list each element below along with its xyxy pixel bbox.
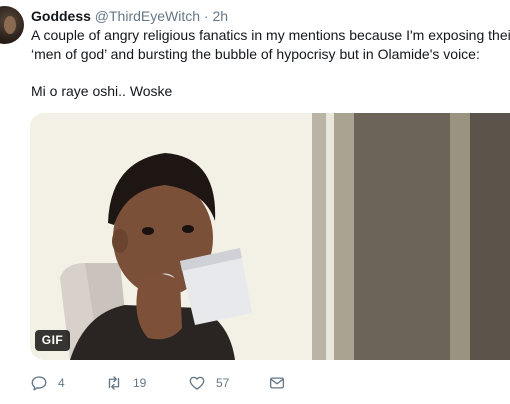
tweet-text-line-3: Mi o raye oshi.. Woske — [31, 83, 173, 99]
gif-frame-illustration — [30, 113, 510, 360]
reply-count: 4 — [58, 376, 65, 390]
header-separator: · — [203, 8, 209, 24]
tweet-text: A couple of angry religious fanatics in … — [31, 26, 510, 101]
author-name[interactable]: Goddess — [31, 8, 91, 24]
retweet-button[interactable]: 19 — [105, 372, 146, 394]
gif-badge: GIF — [35, 330, 70, 351]
like-button[interactable]: 57 — [188, 372, 229, 394]
tweet-header: Goddess @ThirdEyeWitch · 2h — [31, 7, 228, 25]
reply-icon — [31, 376, 47, 391]
tweet-text-line-1: A couple of angry religious fanatics in … — [31, 27, 510, 43]
tweet-time[interactable]: 2h — [212, 8, 228, 24]
author-handle[interactable]: @ThirdEyeWitch — [95, 8, 200, 24]
avatar-face — [4, 16, 16, 34]
tweet-text-line-2: ‘men of god’ and bursting the bubble of … — [31, 45, 480, 62]
gif-media[interactable] — [30, 113, 510, 360]
tweet-actions: 4 19 57 — [30, 372, 500, 394]
avatar[interactable] — [0, 6, 24, 44]
heart-icon — [189, 376, 205, 390]
envelope-icon — [269, 377, 285, 389]
reply-button[interactable]: 4 — [30, 372, 65, 394]
retweet-count: 19 — [133, 376, 147, 390]
like-count: 57 — [216, 376, 230, 390]
direct-message-button[interactable] — [268, 372, 286, 394]
retweet-icon — [108, 376, 120, 390]
